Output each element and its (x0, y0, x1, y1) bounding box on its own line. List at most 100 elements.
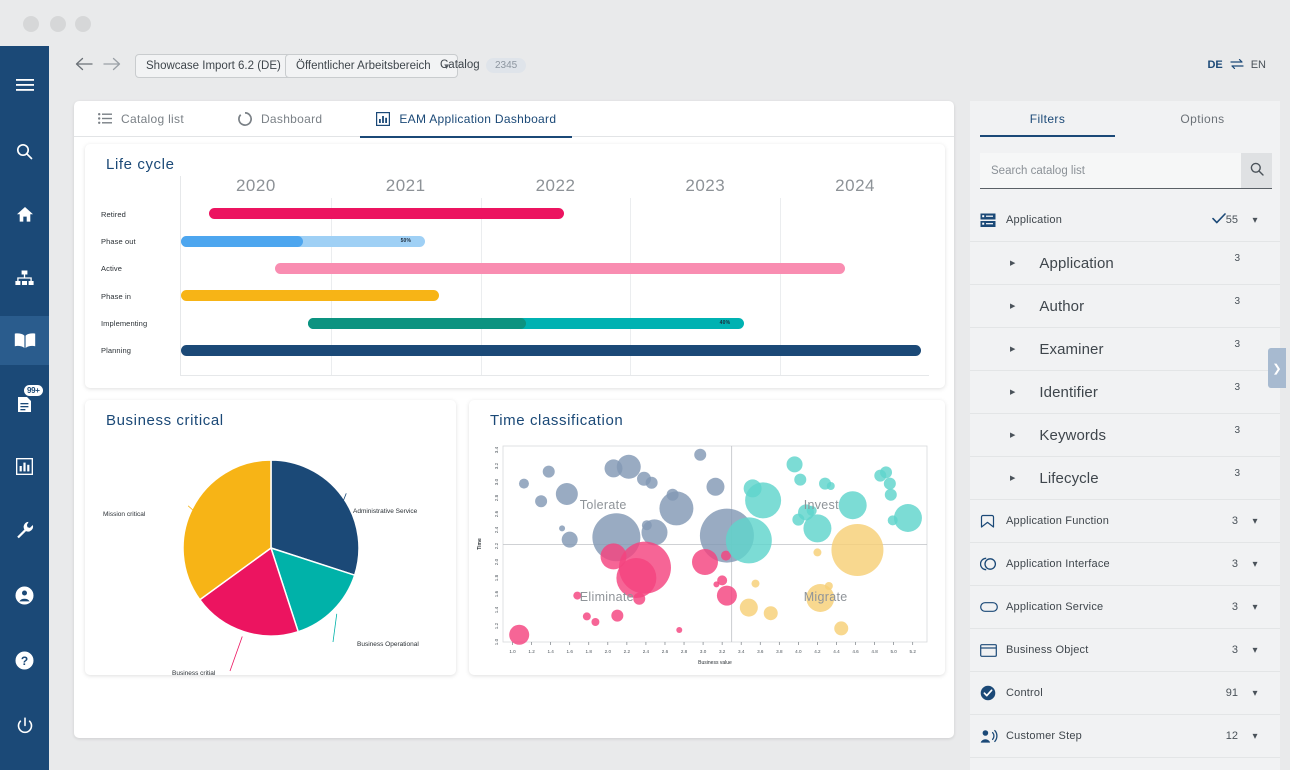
language-toggle[interactable]: DE EN (1207, 58, 1266, 72)
sidebar-item-search[interactable] (0, 127, 49, 176)
bubble-point[interactable] (831, 524, 884, 576)
panel-collapse-handle[interactable]: ❯ (1268, 348, 1286, 388)
bubble-point[interactable] (826, 482, 835, 490)
bubble-point[interactable] (555, 483, 578, 505)
gantt-bar[interactable] (209, 208, 565, 220)
bubble-point[interactable] (884, 488, 897, 501)
sidebar-item-account[interactable] (0, 571, 49, 620)
bubble-point[interactable] (641, 519, 668, 546)
sidebar-item-logout[interactable] (0, 701, 49, 750)
window-minimize-dot[interactable] (23, 16, 39, 32)
language-en[interactable]: EN (1251, 59, 1266, 71)
filter-subitem-application[interactable]: ▶ Application 3 (970, 242, 1280, 285)
chevron-down-icon[interactable]: ▾ (1250, 516, 1260, 527)
bubble-point[interactable] (561, 531, 578, 548)
import-select[interactable]: Showcase Import 6.2 (DE) ▼ (135, 54, 308, 78)
bubble-point[interactable] (645, 476, 658, 489)
triangle-right-icon[interactable]: ▶ (1010, 259, 1015, 267)
bubble-point[interactable] (633, 592, 646, 605)
filter-subitem-identifier[interactable]: ▶ Identifier 3 (970, 371, 1280, 414)
window-close-dot[interactable] (75, 16, 91, 32)
chevron-down-icon[interactable]: ▾ (1250, 731, 1260, 742)
filter-subitem-lifecycle[interactable]: ▶ Lifecycle 3 (970, 457, 1280, 500)
bubble-point[interactable] (725, 517, 772, 564)
sidebar-item-tools[interactable] (0, 505, 49, 554)
bubble-point[interactable] (794, 473, 807, 486)
sidebar-item-menu[interactable] (0, 60, 49, 109)
filter-group-application-service[interactable]: Application Service 3 ▾ (970, 586, 1280, 629)
filter-list[interactable]: Application 55 ▾ ▶ Application 3 ▶ Author 3 ▶ Exam… (970, 199, 1280, 770)
bubble-point[interactable] (813, 548, 822, 557)
sidebar-item-catalog[interactable] (0, 316, 49, 365)
tab-options[interactable]: Options (1125, 101, 1280, 137)
tab-dashboard[interactable]: Dashboard (238, 101, 322, 137)
bubble-point[interactable] (591, 618, 600, 626)
filter-group-application[interactable]: Application 55 ▾ (970, 199, 1280, 242)
sidebar-item-home[interactable] (0, 190, 49, 239)
bubble-point[interactable] (786, 456, 803, 473)
filter-subitem-examiner[interactable]: ▶ Examiner 3 (970, 328, 1280, 371)
search-button[interactable] (1241, 153, 1272, 188)
bubble-point[interactable] (694, 448, 707, 461)
bubble-point[interactable] (676, 627, 683, 633)
sidebar-item-tasks[interactable]: 99+ (0, 379, 49, 428)
bubble-point[interactable] (691, 549, 718, 575)
bubble-point[interactable] (824, 582, 833, 590)
bubble-point[interactable] (893, 504, 922, 532)
bubble-point[interactable] (717, 575, 728, 586)
bubble-point[interactable] (883, 477, 896, 490)
search-input[interactable] (980, 153, 1241, 188)
bubble-point[interactable] (535, 495, 548, 508)
gantt-bar[interactable] (181, 290, 439, 302)
filter-subitem-author[interactable]: ▶ Author 3 (970, 285, 1280, 328)
chevron-down-icon[interactable]: ▾ (1250, 688, 1260, 699)
gantt-bar[interactable] (275, 262, 845, 274)
bubble-point[interactable] (659, 491, 694, 526)
triangle-right-icon[interactable]: ▶ (1010, 474, 1015, 482)
sidebar-item-help[interactable]: ? (0, 636, 49, 685)
bubble-point[interactable] (716, 585, 737, 606)
language-de[interactable]: DE (1207, 59, 1222, 71)
bubble-point[interactable] (582, 612, 591, 621)
filter-group-business-object[interactable]: Business Object 3 ▾ (970, 629, 1280, 672)
forward-button[interactable] (102, 56, 122, 76)
workspace-select[interactable]: Öffentlicher Arbeitsbereich ▼ (285, 54, 458, 78)
bubble-point[interactable] (509, 624, 530, 645)
gantt-bar[interactable] (181, 344, 921, 356)
bubble-point[interactable] (618, 541, 671, 594)
bubble-point[interactable] (616, 454, 641, 479)
triangle-right-icon[interactable]: ▶ (1010, 431, 1015, 439)
bubble-point[interactable] (706, 477, 725, 496)
chevron-down-icon[interactable]: ▾ (1250, 602, 1260, 613)
bubble-point[interactable] (792, 513, 805, 526)
bubble-point[interactable] (542, 465, 555, 478)
bubble-point[interactable] (745, 482, 782, 519)
sidebar-item-organization[interactable] (0, 253, 49, 302)
gantt-bar[interactable]: 40% (308, 317, 745, 329)
triangle-right-icon[interactable]: ▶ (1010, 388, 1015, 396)
bubble-point[interactable] (880, 466, 893, 479)
chevron-down-icon[interactable]: ▾ (1250, 559, 1260, 570)
filter-subitem-keywords[interactable]: ▶ Keywords 3 (970, 414, 1280, 457)
triangle-right-icon[interactable]: ▶ (1010, 345, 1015, 353)
bubble-point[interactable] (834, 621, 849, 636)
bubble-point[interactable] (751, 579, 760, 588)
back-button[interactable] (74, 56, 94, 76)
chevron-down-icon[interactable]: ▾ (1250, 645, 1260, 656)
chevron-down-icon[interactable]: ▾ (1250, 215, 1260, 226)
bubble-point[interactable] (739, 598, 758, 617)
bubble-point[interactable] (803, 514, 832, 543)
sidebar-item-reports[interactable] (0, 442, 49, 491)
bubble-point[interactable] (611, 609, 624, 622)
bubble-point[interactable] (763, 606, 778, 621)
gantt-bar[interactable]: 50% (181, 235, 426, 247)
bubble-point[interactable] (838, 491, 867, 520)
tab-catalog-list[interactable]: Catalog list (98, 101, 184, 137)
filter-group-application-interface[interactable]: Application Interface 3 ▾ (970, 543, 1280, 586)
bubble-point[interactable] (518, 478, 529, 489)
tab-eam-application-dashboard[interactable]: EAM Application Dashboard (360, 101, 573, 138)
filter-group-application-function[interactable]: Application Function 3 ▾ (970, 500, 1280, 543)
filter-group-customer-step[interactable]: Customer Step 12 ▾ (970, 715, 1280, 758)
triangle-right-icon[interactable]: ▶ (1010, 302, 1015, 310)
bubble-point[interactable] (559, 525, 566, 532)
